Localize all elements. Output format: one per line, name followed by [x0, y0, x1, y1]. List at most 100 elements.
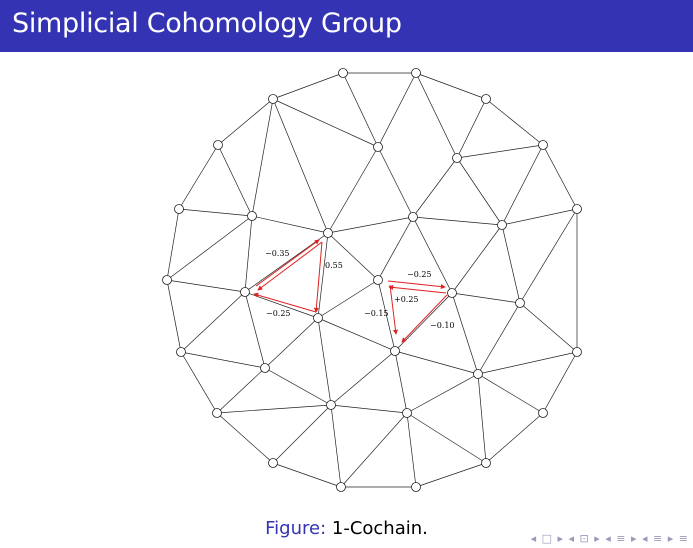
- mesh-edge: [272, 72, 344, 100]
- mesh-vertex: [390, 346, 400, 356]
- mesh-edge: [272, 98, 379, 148]
- cochain-arrow: [389, 284, 398, 335]
- mesh-vertex: [572, 204, 582, 214]
- mesh-edge: [327, 146, 379, 234]
- mesh-vertex: [323, 228, 333, 238]
- mesh-edge: [477, 351, 578, 375]
- mesh-vertex: [176, 347, 186, 357]
- mesh-vertex: [411, 482, 421, 492]
- caption-text: 1-Cochain.: [331, 518, 428, 539]
- mesh-vertex: [538, 140, 548, 150]
- mesh-vertex: [268, 458, 278, 468]
- cochain-value-label: −0.15: [364, 309, 389, 318]
- mesh-edge: [501, 208, 578, 226]
- mesh-edge: [542, 351, 578, 414]
- mesh-edge: [180, 351, 266, 369]
- mesh-edge: [412, 216, 503, 226]
- mesh-edge: [485, 412, 544, 464]
- mesh-edge: [327, 216, 414, 234]
- mesh-edge: [251, 215, 329, 234]
- nav-symbols[interactable]: ◂ □ ▸ ◂ ⊡ ▸ ◂ ≡ ▸ ◂ ≡ ▸ ≡: [531, 532, 689, 545]
- mesh-edge: [519, 302, 578, 353]
- mesh-edge: [477, 302, 521, 375]
- mesh-vertex: [447, 288, 457, 298]
- mesh-edge: [166, 215, 253, 281]
- mesh-edge: [394, 350, 479, 375]
- mesh-edge: [456, 157, 503, 226]
- mesh-vertex: [162, 275, 172, 285]
- title-bar: Simplicial Cohomology Group: [0, 0, 693, 52]
- mesh-vertex: [408, 212, 418, 222]
- mesh-vertex: [212, 408, 222, 418]
- mesh-edge: [377, 72, 417, 148]
- simplicial-complex-diagram: −0.35 0.55 −0.25 −0.25 +0.25 −0.15 −0.10: [162, 68, 582, 492]
- mesh-vertex: [338, 68, 348, 78]
- mesh-vertex: [240, 287, 250, 297]
- mesh-vertex: [326, 400, 336, 410]
- mesh-edge: [340, 412, 408, 488]
- mesh-vertex: [497, 220, 507, 230]
- mesh-vertex: [572, 347, 582, 357]
- mesh-edge: [412, 216, 453, 294]
- mesh-edge: [272, 404, 332, 464]
- mesh-edge: [406, 412, 487, 464]
- mesh-edge: [394, 350, 408, 414]
- mesh-vertex: [336, 482, 346, 492]
- mesh-vertex: [515, 298, 525, 308]
- mesh-edge: [272, 98, 329, 234]
- mesh-edge: [330, 404, 342, 488]
- mesh-edge: [180, 351, 218, 414]
- mesh-edge: [451, 224, 503, 294]
- slide-title: Simplicial Cohomology Group: [12, 8, 402, 39]
- cochain-value-label: +0.25: [394, 295, 419, 304]
- mesh-edge: [244, 291, 266, 369]
- mesh-edge: [178, 144, 219, 210]
- mesh-edge: [264, 317, 319, 369]
- cochain-arrow: [255, 239, 320, 287]
- mesh-edge: [451, 292, 479, 375]
- caption-figure-prefix: Figure:: [265, 518, 327, 539]
- mesh-edge: [519, 208, 578, 304]
- mesh-edge: [264, 367, 332, 406]
- mesh-edge: [166, 279, 182, 353]
- mesh-edge: [377, 146, 414, 218]
- mesh-vertex: [260, 363, 270, 373]
- cochain-arrow: [388, 284, 447, 294]
- mesh-edge: [412, 157, 458, 218]
- mesh-edge: [216, 412, 274, 464]
- mesh-edge: [542, 144, 578, 210]
- mesh-edge: [451, 292, 521, 304]
- mesh-vertex: [411, 68, 421, 78]
- mesh-vertex: [538, 408, 548, 418]
- mesh-edge: [251, 98, 274, 217]
- mesh-edge: [406, 373, 479, 414]
- mesh-edge: [415, 462, 487, 488]
- cochain-value-label: −0.35: [265, 249, 290, 258]
- mesh-edge: [327, 232, 379, 281]
- mesh-edge: [330, 404, 408, 414]
- mesh-vertex: [481, 458, 491, 468]
- mesh-edge: [244, 232, 329, 293]
- mesh-edge: [317, 317, 332, 406]
- mesh-edge: [477, 373, 544, 414]
- mesh-vertex: [213, 140, 223, 150]
- mesh-edge: [317, 317, 396, 352]
- mesh-edge: [166, 279, 246, 293]
- mesh-edge: [180, 291, 246, 353]
- mesh-edge: [501, 144, 544, 226]
- mesh-edge: [244, 215, 253, 293]
- cochain-value-label: −0.25: [407, 270, 432, 279]
- cochain-arrow: [313, 241, 323, 313]
- mesh-vertex: [481, 94, 491, 104]
- mesh-edge: [501, 224, 521, 304]
- mesh-vertex: [313, 313, 323, 323]
- mesh-edge: [485, 98, 544, 146]
- beamer-navigation[interactable]: ◂ □ ▸ ◂ ⊡ ▸ ◂ ≡ ▸ ◂ ≡ ▸ ≡: [531, 532, 689, 545]
- mesh-edge: [217, 98, 274, 146]
- mesh-vertex: [402, 408, 412, 418]
- mesh-vertex: [174, 204, 184, 214]
- mesh-edge: [330, 350, 396, 406]
- mesh-edge: [456, 144, 544, 159]
- mesh-edge: [456, 98, 487, 159]
- mesh-edge: [406, 412, 417, 488]
